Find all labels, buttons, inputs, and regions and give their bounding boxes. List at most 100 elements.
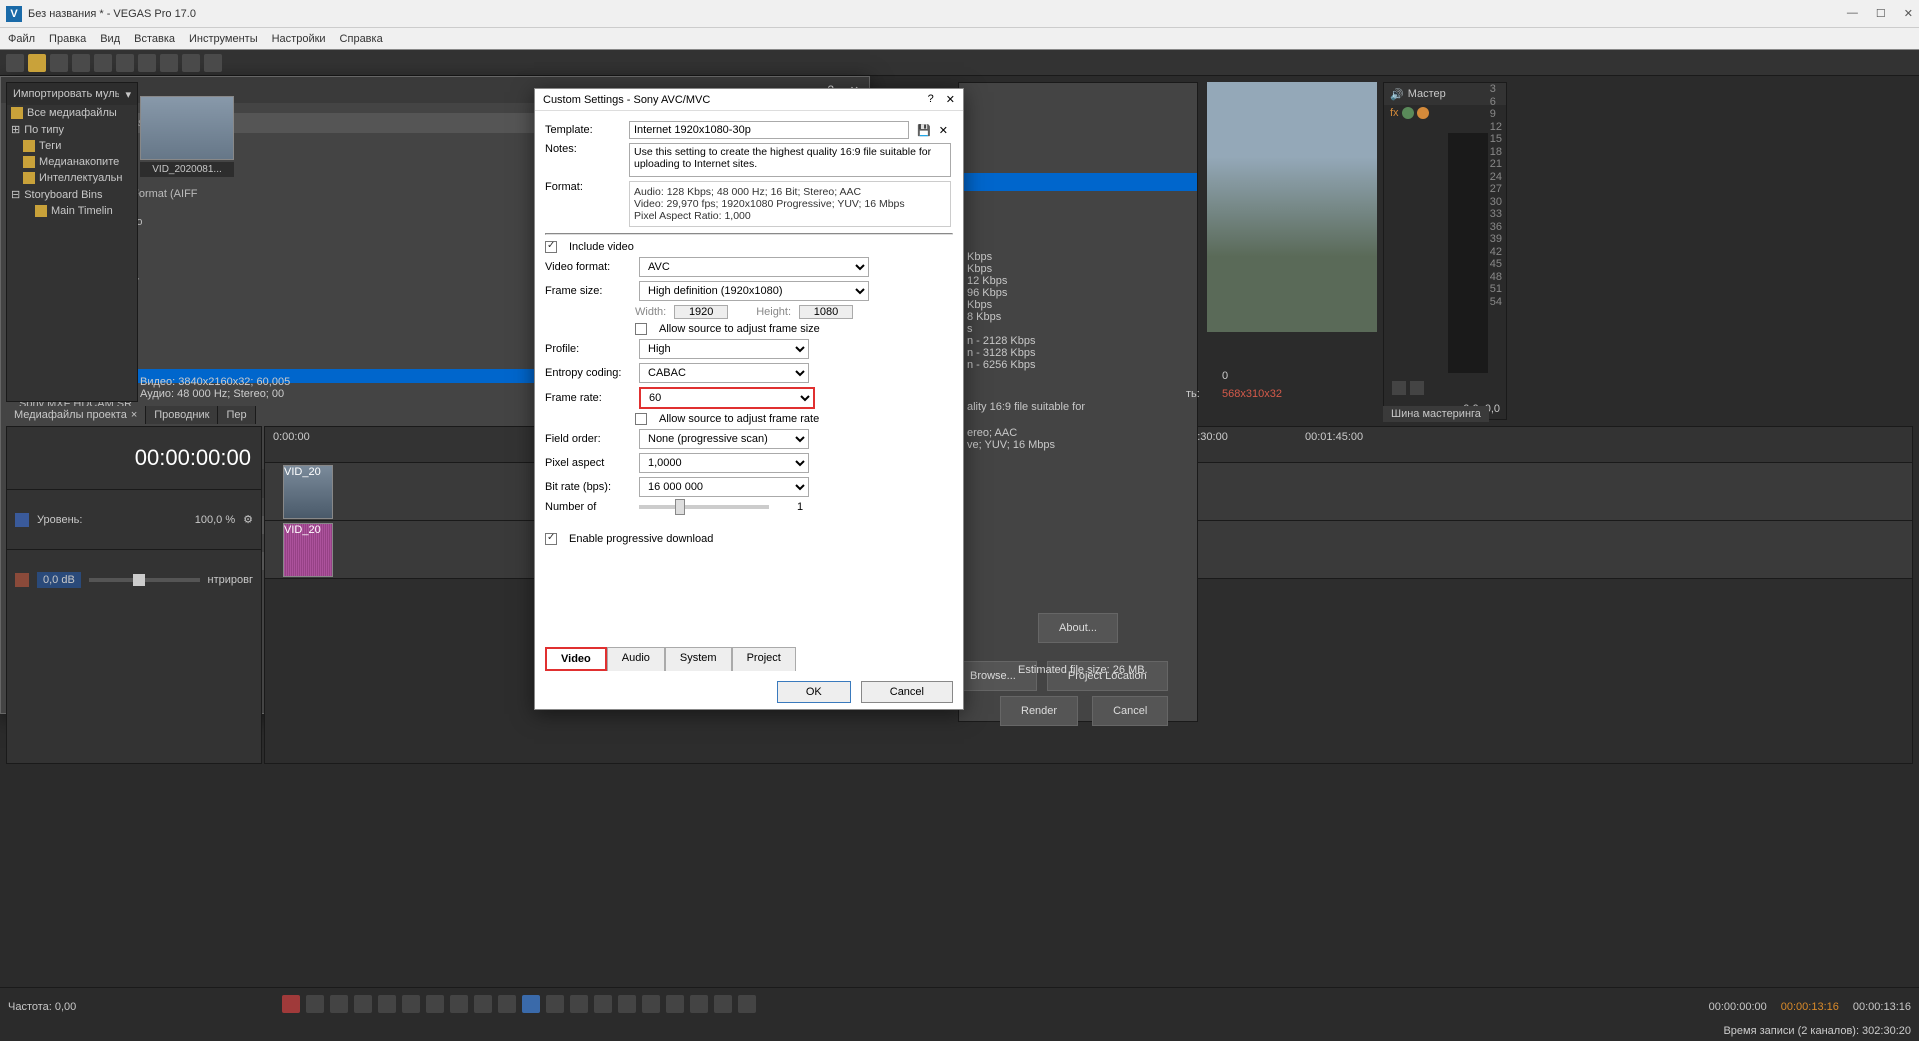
rate-item[interactable]: n - 3128 Kbps bbox=[967, 347, 1189, 359]
tab-project[interactable]: Project bbox=[732, 647, 796, 671]
pixel-aspect-select[interactable]: 1,0000 bbox=[639, 453, 809, 473]
cancel-button[interactable]: Cancel bbox=[861, 681, 953, 703]
cancel-render-button[interactable]: Cancel bbox=[1092, 696, 1168, 726]
tb-undo-icon[interactable] bbox=[182, 54, 200, 72]
tree-all-media[interactable]: Все медиафайлы bbox=[7, 105, 137, 121]
field-order-select[interactable]: None (progressive scan) bbox=[639, 429, 809, 449]
about-button[interactable]: About... bbox=[1038, 613, 1118, 643]
height-input[interactable] bbox=[799, 305, 853, 319]
rate-item[interactable]: Kbps bbox=[967, 299, 1189, 311]
play-icon[interactable] bbox=[354, 995, 372, 1013]
menu-edit[interactable]: Правка bbox=[49, 33, 86, 45]
close-icon[interactable]: ✕ bbox=[1904, 7, 1913, 20]
video-clip[interactable]: VID_20 bbox=[283, 465, 333, 519]
tb-copy-icon[interactable] bbox=[138, 54, 156, 72]
insert-fx-icon[interactable] bbox=[1402, 107, 1414, 119]
bit-rate-select[interactable]: 16 000 000 bbox=[639, 477, 809, 497]
save-template-icon[interactable]: 💾 bbox=[917, 124, 931, 137]
media-thumbnail[interactable] bbox=[140, 96, 234, 160]
tab-project-media[interactable]: Медиафайлы проекта× bbox=[6, 406, 146, 424]
fx-icon[interactable]: fx bbox=[1390, 107, 1399, 119]
tab-video[interactable]: Video bbox=[545, 647, 607, 671]
go-end-icon[interactable] bbox=[450, 995, 468, 1013]
minimize-icon[interactable]: — bbox=[1847, 7, 1858, 20]
number-of-slider[interactable] bbox=[639, 505, 769, 509]
rate-item[interactable]: n - 6256 Kbps bbox=[967, 359, 1189, 371]
tree-main-timeline[interactable]: Main Timelin bbox=[7, 203, 137, 219]
tb-props-icon[interactable] bbox=[94, 54, 112, 72]
tab-explorer[interactable]: Проводник bbox=[146, 406, 218, 424]
tb-save-icon[interactable] bbox=[50, 54, 68, 72]
rate-item[interactable]: 8 Kbps bbox=[967, 311, 1189, 323]
ok-button[interactable]: OK bbox=[777, 681, 851, 703]
master-bus-tab[interactable]: Шина мастеринга bbox=[1383, 406, 1489, 422]
tb-open-icon[interactable] bbox=[28, 54, 46, 72]
menu-tools[interactable]: Инструменты bbox=[189, 33, 258, 45]
ripple-icon[interactable] bbox=[690, 995, 708, 1013]
autocross-icon[interactable] bbox=[714, 995, 732, 1013]
collapse-icon[interactable]: ⊟ bbox=[11, 188, 20, 201]
dialog-close-icon[interactable]: ✕ bbox=[946, 93, 955, 106]
progressive-download-checkbox[interactable] bbox=[545, 533, 557, 545]
frame-rate-select[interactable]: 60 bbox=[639, 387, 815, 409]
tab-audio[interactable]: Audio bbox=[607, 647, 665, 671]
loop-icon[interactable] bbox=[306, 995, 324, 1013]
menu-insert[interactable]: Вставка bbox=[134, 33, 175, 45]
normal-edit-icon[interactable] bbox=[522, 995, 540, 1013]
snap-icon[interactable] bbox=[642, 995, 660, 1013]
menu-settings[interactable]: Настройки bbox=[272, 33, 326, 45]
rate-item[interactable]: n - 2128 Kbps bbox=[967, 335, 1189, 347]
tb-redo-icon[interactable] bbox=[204, 54, 222, 72]
maximize-icon[interactable]: ☐ bbox=[1876, 7, 1886, 20]
bus-icon[interactable] bbox=[1417, 107, 1429, 119]
entropy-select[interactable]: CABAC bbox=[639, 363, 809, 383]
render-button[interactable]: Render bbox=[1000, 696, 1078, 726]
audio-clip[interactable]: VID_20 bbox=[283, 523, 333, 577]
width-input[interactable] bbox=[674, 305, 728, 319]
rate-item[interactable]: 12 Kbps bbox=[967, 275, 1189, 287]
tab-transitions[interactable]: Пер bbox=[218, 406, 255, 424]
track-video-icon[interactable] bbox=[15, 513, 29, 527]
rate-item[interactable]: s bbox=[967, 323, 1189, 335]
go-start-icon[interactable] bbox=[426, 995, 444, 1013]
frame-size-select[interactable]: High definition (1920x1080) bbox=[639, 281, 869, 301]
select-icon[interactable] bbox=[570, 995, 588, 1013]
notes-textarea[interactable] bbox=[629, 143, 951, 177]
split-icon[interactable] bbox=[618, 995, 636, 1013]
allow-source-rate-checkbox[interactable] bbox=[635, 413, 647, 425]
rate-item[interactable]: Kbps bbox=[967, 263, 1189, 275]
tree-storage[interactable]: Медианакопите bbox=[7, 154, 137, 170]
tree-by-type[interactable]: ⊞По типу bbox=[7, 121, 137, 138]
marker-icon[interactable] bbox=[666, 995, 684, 1013]
menu-help[interactable]: Справка bbox=[340, 33, 383, 45]
track-fx-icon[interactable]: ⚙ bbox=[243, 513, 253, 526]
tree-storyboard[interactable]: ⊟Storyboard Bins bbox=[7, 186, 137, 203]
expand-icon[interactable]: ⊞ bbox=[11, 123, 20, 136]
next-frame-icon[interactable] bbox=[498, 995, 516, 1013]
record-icon[interactable] bbox=[282, 995, 300, 1013]
tb-new-icon[interactable] bbox=[6, 54, 24, 72]
rate-item[interactable]: 96 Kbps bbox=[967, 287, 1189, 299]
prev-frame-icon[interactable] bbox=[474, 995, 492, 1013]
volume-slider[interactable] bbox=[89, 578, 200, 582]
include-video-checkbox[interactable] bbox=[545, 241, 557, 253]
tb-cut-icon[interactable] bbox=[116, 54, 134, 72]
help-icon[interactable]: ? bbox=[928, 93, 934, 106]
tab-close-icon[interactable]: × bbox=[131, 409, 137, 421]
tb-paste-icon[interactable] bbox=[160, 54, 178, 72]
stop-icon[interactable] bbox=[402, 995, 420, 1013]
tab-system[interactable]: System bbox=[665, 647, 732, 671]
delete-template-icon[interactable]: ✕ bbox=[939, 124, 948, 137]
video-format-select[interactable]: AVC bbox=[639, 257, 869, 277]
menu-file[interactable]: Файл bbox=[8, 33, 35, 45]
meter-btn2-icon[interactable] bbox=[1410, 381, 1424, 395]
allow-source-size-checkbox[interactable] bbox=[635, 323, 647, 335]
menu-view[interactable]: Вид bbox=[100, 33, 120, 45]
tree-tags[interactable]: Теги bbox=[7, 138, 137, 154]
zoom-icon[interactable] bbox=[594, 995, 612, 1013]
tb-render-icon[interactable] bbox=[72, 54, 90, 72]
envelope-icon[interactable] bbox=[546, 995, 564, 1013]
lock-icon[interactable] bbox=[738, 995, 756, 1013]
meter-btn1-icon[interactable] bbox=[1392, 381, 1406, 395]
track-audio-icon[interactable] bbox=[15, 573, 29, 587]
